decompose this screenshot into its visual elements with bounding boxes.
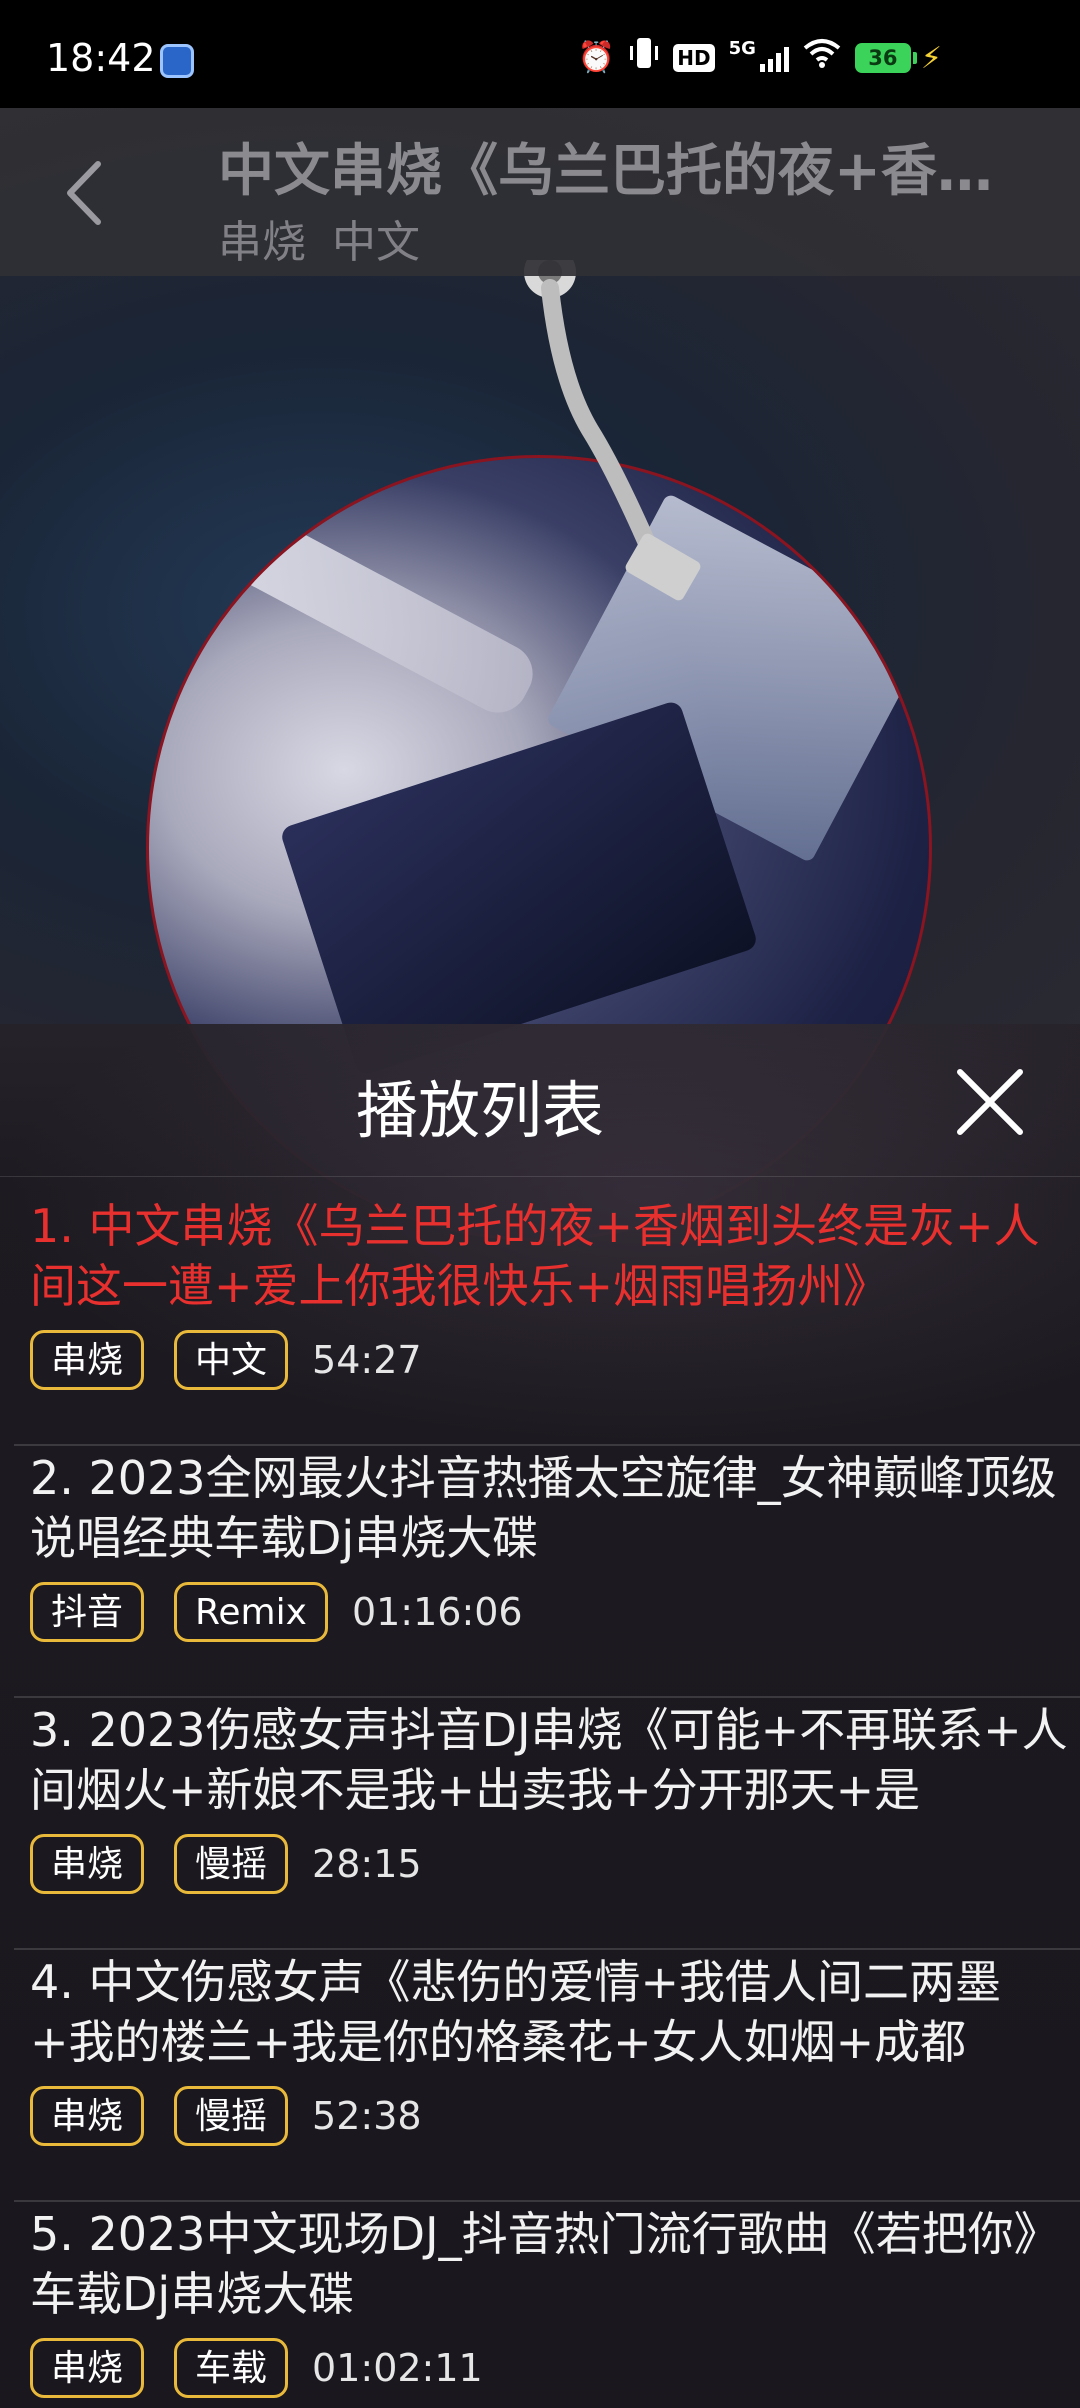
tag-badge: 中文: [174, 1330, 289, 1390]
tag-badge: 慢摇: [174, 2086, 289, 2146]
battery-icon: 36: [854, 43, 917, 73]
music-app-notification-icon: [160, 44, 194, 78]
playlist-item[interactable]: 2. 2023全网最火抖音热播太空旋律_女神巅峰顶级说唱经典车载Dj串烧大碟 抖…: [0, 1448, 1080, 1700]
playlist-list: 1. 中文串烧《乌兰巴托的夜+香烟到头终是灰+人间这一遭+爱上你我很快乐+烟雨唱…: [0, 1196, 1080, 2408]
tag-badge: 串烧: [30, 2338, 145, 2398]
duration: 52:38: [312, 2094, 422, 2138]
song-tag: 中文: [332, 217, 420, 268]
back-button[interactable]: [54, 148, 114, 238]
duration: 01:02:11: [312, 2346, 483, 2390]
status-time: 18:42: [46, 36, 156, 80]
divider: [14, 1696, 1080, 1698]
playlist-item[interactable]: 1. 中文串烧《乌兰巴托的夜+香烟到头终是灰+人间这一遭+爱上你我很快乐+烟雨唱…: [0, 1196, 1080, 1448]
playlist-item[interactable]: 4. 中文伤感女声《悲伤的爱情+我借人间二两墨+我的楼兰+我是你的格桑花+女人如…: [0, 1952, 1080, 2204]
tag-badge: 车载: [174, 2338, 289, 2398]
tag-badge: 串烧: [30, 1330, 145, 1390]
vibrate-icon: [629, 36, 659, 81]
hd-icon: HD: [673, 44, 715, 72]
tag-badge: 抖音: [30, 1582, 145, 1642]
signal-icon: [759, 44, 789, 72]
playlist-item-title: 3. 2023伤感女声抖音DJ串烧《可能+不再联系+人间烟火+新娘不是我+出卖我…: [30, 1703, 1068, 1817]
playlist-item-meta: 串烧 慢摇 28:15: [30, 1834, 422, 1894]
status-icons: ⏰ HD 5G 36 ⚡: [577, 36, 942, 81]
charging-icon: ⚡: [920, 40, 942, 76]
alarm-icon: ⏰: [577, 40, 616, 75]
playlist-item-meta: 抖音 Remix 01:16:06: [30, 1582, 523, 1642]
duration: 54:27: [312, 1338, 422, 1382]
playlist-item-title: 5. 2023中文现场DJ_抖音热门流行歌曲《若把你》车载Dj串烧大碟: [30, 2207, 1060, 2321]
divider: [14, 2200, 1080, 2202]
status-bar: 18:42 ⏰ HD 5G 36 ⚡: [0, 0, 1080, 108]
network-type: 5G: [728, 37, 756, 59]
playlist-item[interactable]: 5. 2023中文现场DJ_抖音热门流行歌曲《若把你》车载Dj串烧大碟 串烧 车…: [0, 2204, 1080, 2408]
song-title: 中文串烧《乌兰巴托的夜+香…: [218, 139, 993, 204]
playlist-sheet: 播放列表 1. 中文串烧《乌兰巴托的夜+香烟到头终是灰+人间这一遭+爱上你我很快…: [0, 1024, 1080, 2408]
duration: 28:15: [312, 1842, 422, 1886]
playlist-item-meta: 串烧 中文 54:27: [30, 1330, 422, 1390]
tag-badge: 慢摇: [174, 1834, 289, 1894]
wifi-icon: [803, 38, 841, 79]
playlist-item-meta: 串烧 慢摇 52:38: [30, 2086, 422, 2146]
close-button[interactable]: [950, 1062, 1030, 1142]
divider: [14, 1948, 1080, 1950]
tag-badge: 串烧: [30, 1834, 145, 1894]
divider: [0, 1176, 1080, 1177]
playlist-title: 播放列表: [355, 1074, 604, 1147]
tag-badge: 串烧: [30, 2086, 145, 2146]
playlist-item-title: 1. 中文串烧《乌兰巴托的夜+香烟到头终是灰+人间这一遭+爱上你我很快乐+烟雨唱…: [30, 1199, 1040, 1313]
playlist-item[interactable]: 3. 2023伤感女声抖音DJ串烧《可能+不再联系+人间烟火+新娘不是我+出卖我…: [0, 1700, 1080, 1952]
playlist-item-title: 4. 中文伤感女声《悲伤的爱情+我借人间二两墨+我的楼兰+我是你的格桑花+女人如…: [30, 1955, 1002, 2069]
tag-badge: Remix: [174, 1582, 328, 1642]
song-tags: 串烧 中文: [218, 206, 420, 270]
duration: 01:16:06: [351, 1590, 523, 1634]
tonearm: [524, 260, 701, 601]
playlist-item-meta: 串烧 车载 01:02:11: [30, 2338, 483, 2398]
cover-art-shadow: [279, 699, 759, 1077]
song-tag: 串烧: [218, 217, 306, 268]
playlist-item-title: 2. 2023全网最火抖音热播太空旋律_女神巅峰顶级说唱经典车载Dj串烧大碟: [30, 1451, 1057, 1565]
divider: [14, 1444, 1080, 1446]
cover-art-arm: [174, 482, 544, 724]
